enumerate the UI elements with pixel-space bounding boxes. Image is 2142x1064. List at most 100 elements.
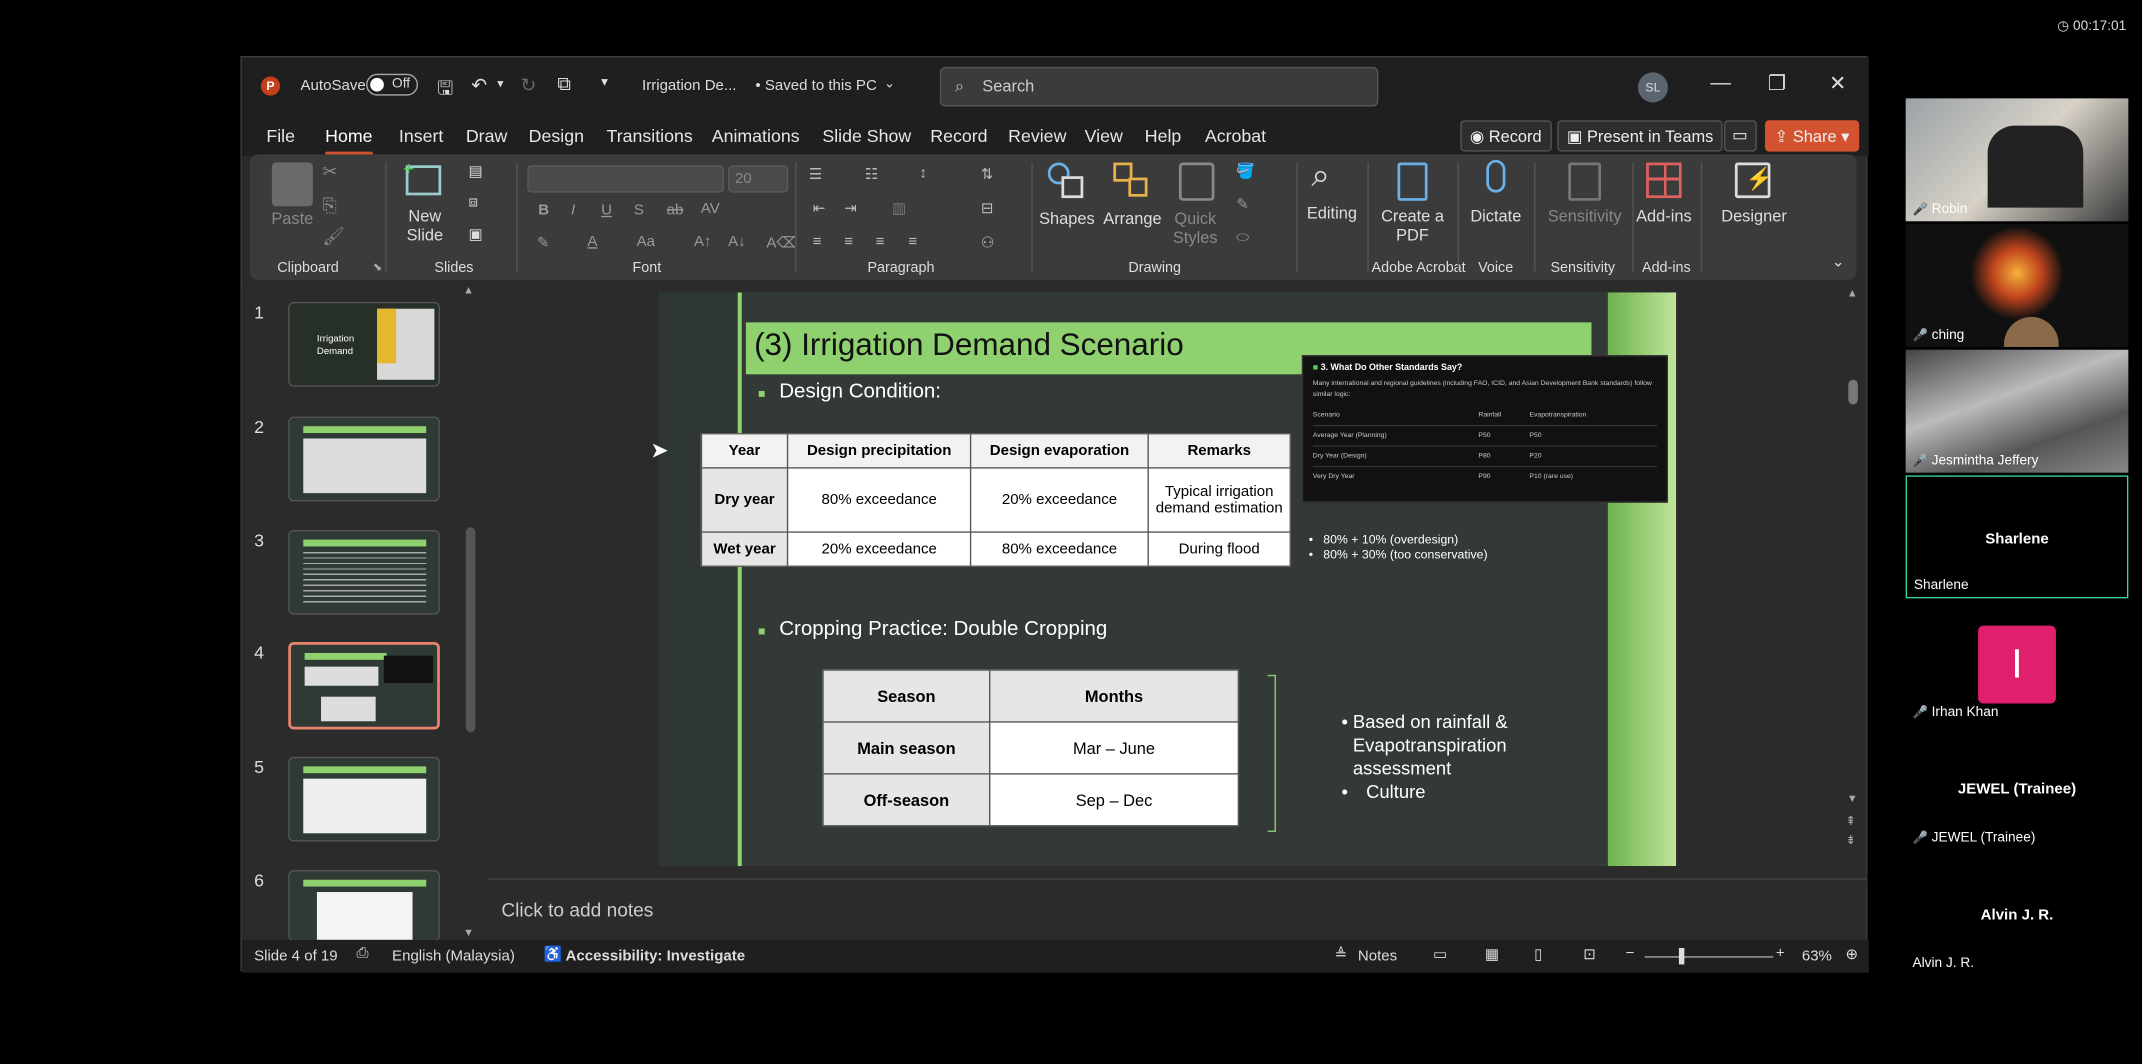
slide-thumbnail-5[interactable]: [288, 756, 440, 842]
menu-slide-show[interactable]: Slide Show: [822, 126, 911, 146]
arrange-label[interactable]: Arrange: [1100, 209, 1166, 228]
justify-icon[interactable]: ≡: [908, 234, 917, 250]
align-left-icon[interactable]: ≡: [813, 234, 822, 250]
menu-review[interactable]: Review: [1008, 126, 1066, 146]
slide-thumbnail-1[interactable]: Irrigation Demand: [288, 301, 440, 387]
zoom-level[interactable]: 63%: [1802, 948, 1832, 964]
save-icon[interactable]: 🖫: [437, 74, 453, 107]
spelling-icon[interactable]: ⎙: [357, 945, 369, 963]
accessibility-icon[interactable]: ♿: [544, 945, 563, 963]
shadow-icon[interactable]: S: [634, 202, 644, 218]
redo-icon[interactable]: ↻: [520, 74, 536, 97]
minimize-icon[interactable]: —: [1710, 71, 1730, 94]
fit-to-window-icon[interactable]: ⊕: [1846, 945, 1859, 963]
zoom-out-icon[interactable]: −: [1626, 945, 1635, 961]
font-color-icon[interactable]: A: [587, 234, 597, 250]
next-slide-icon[interactable]: ⇟: [1846, 833, 1856, 848]
present-icon[interactable]: ⧉: [557, 72, 571, 95]
undo-dropdown-icon[interactable]: ▾: [497, 76, 503, 91]
decrease-indent-icon[interactable]: ⇤: [813, 199, 826, 217]
current-slide[interactable]: (3) Irrigation Demand Scenario ■ Design C…: [658, 292, 1677, 867]
participant-tile[interactable]: 🎤 Robin: [1905, 98, 2129, 222]
design-condition-table[interactable]: Year Design precipitation Design evapora…: [700, 433, 1291, 567]
center-icon[interactable]: ≡: [844, 234, 853, 250]
underline-icon[interactable]: U: [601, 202, 612, 218]
increase-indent-icon[interactable]: ⇥: [844, 199, 857, 217]
menu-insert[interactable]: Insert: [399, 126, 443, 146]
participant-tile-active[interactable]: Sharlene Sharlene: [1905, 475, 2129, 599]
align-text-icon[interactable]: ⊟: [981, 199, 994, 217]
participant-tile[interactable]: 🎤 Jesmintha Jeffery: [1905, 349, 2129, 473]
clear-format-icon[interactable]: A⌫: [766, 234, 797, 251]
grow-font-icon[interactable]: A↑: [694, 234, 712, 250]
reading-view-icon[interactable]: ▯: [1534, 945, 1542, 963]
canvas-scrollbar[interactable]: [1848, 379, 1858, 405]
ribbon-collapse-icon[interactable]: ⌄: [1832, 253, 1845, 270]
menu-record[interactable]: Record: [930, 126, 987, 146]
text-direction-icon[interactable]: ⇅: [981, 165, 994, 183]
participant-tile[interactable]: I 🎤 Irhan Khan: [1905, 601, 2129, 725]
menu-file[interactable]: File: [266, 126, 295, 146]
save-status[interactable]: • Saved to this PC: [755, 78, 876, 94]
slide-thumbnail-3[interactable]: [288, 530, 440, 615]
side-bullets[interactable]: • Based on rainfall & Evapotranspiration …: [1341, 710, 1546, 803]
sensitivity-label[interactable]: Sensitivity: [1541, 206, 1628, 225]
slide-thumbnail-2[interactable]: [288, 416, 440, 502]
editing-search-icon[interactable]: ⌕: [1311, 157, 1329, 195]
zoom-in-icon[interactable]: +: [1776, 945, 1785, 961]
shapes-label[interactable]: Shapes: [1037, 209, 1097, 228]
cut-icon[interactable]: ✂: [322, 161, 337, 183]
quick-styles-label[interactable]: Quick Styles: [1168, 209, 1223, 247]
undo-icon[interactable]: ↶: [471, 74, 487, 97]
menu-animations[interactable]: Animations: [712, 126, 800, 146]
slide-title[interactable]: (3) Irrigation Demand Scenario: [754, 326, 1184, 363]
slide-thumbnail-4[interactable]: [288, 642, 440, 730]
microphone-icon[interactable]: [1486, 159, 1506, 193]
align-right-icon[interactable]: ≡: [876, 234, 885, 250]
menu-view[interactable]: View: [1085, 126, 1123, 146]
normal-view-icon[interactable]: ▭: [1433, 945, 1447, 963]
smartart-icon[interactable]: ⚇: [981, 234, 994, 251]
create-pdf-icon[interactable]: [1397, 162, 1428, 201]
restore-icon[interactable]: ❐: [1768, 71, 1786, 95]
designer-label[interactable]: Designer: [1717, 206, 1791, 225]
editing-label[interactable]: Editing: [1302, 204, 1362, 223]
char-spacing-icon[interactable]: AV: [701, 201, 720, 217]
new-slide-label[interactable]: New Slide: [398, 206, 453, 244]
bold-icon[interactable]: B: [538, 202, 549, 218]
shape-fill-icon[interactable]: 🪣: [1236, 163, 1255, 180]
comments-button[interactable]: ▭: [1723, 120, 1757, 152]
notes-button[interactable]: Notes: [1358, 948, 1397, 964]
canvas-scroll-down-icon[interactable]: ▼: [1847, 792, 1858, 804]
customize-icon[interactable]: ▾: [601, 75, 608, 90]
bullet-cropping-practice[interactable]: ■ Cropping Practice: Double Cropping: [758, 617, 1107, 640]
menu-help[interactable]: Help: [1145, 126, 1182, 146]
addins-label[interactable]: Add-ins: [1632, 206, 1695, 225]
thumbnail-scrollbar[interactable]: [465, 527, 476, 733]
new-slide-icon[interactable]: +: [403, 157, 442, 196]
zoom-slider-thumb[interactable]: [1678, 948, 1685, 965]
language-indicator[interactable]: English (Malaysia): [392, 948, 515, 964]
clipboard-launcher-icon[interactable]: ⬊: [373, 261, 382, 273]
overdesign-notes[interactable]: • 80% + 10% (overdesign) • 80% + 30% (to…: [1309, 533, 1488, 563]
standards-inset-image[interactable]: ■ 3. What Do Other Standards Say? Many i…: [1301, 355, 1668, 503]
slideshow-icon[interactable]: ⊡: [1583, 945, 1596, 963]
scroll-up-icon[interactable]: ▲: [463, 284, 474, 296]
search-box[interactable]: ⌕ Search: [939, 66, 1379, 107]
numbering-icon[interactable]: ☷: [865, 165, 878, 183]
line-spacing-icon[interactable]: ↕: [919, 165, 927, 181]
font-name-box[interactable]: [527, 165, 725, 193]
bullets-icon[interactable]: ☰: [809, 165, 822, 183]
cropping-season-table[interactable]: Season Months Main season Mar – June Off…: [822, 669, 1240, 827]
canvas-scroll-up-icon[interactable]: ▲: [1847, 287, 1858, 299]
paste-icon[interactable]: [271, 162, 313, 207]
shrink-font-icon[interactable]: A↓: [728, 234, 746, 250]
participant-tile[interactable]: 🎤 ching: [1905, 224, 2129, 347]
italic-icon[interactable]: I: [571, 202, 575, 218]
strikethrough-icon[interactable]: ab: [667, 202, 684, 218]
present-in-teams-button[interactable]: ▣ Present in Teams: [1557, 120, 1723, 152]
font-size-box[interactable]: 20: [728, 165, 789, 193]
change-case-icon[interactable]: Aa: [637, 234, 655, 250]
menu-draw[interactable]: Draw: [466, 126, 507, 146]
user-avatar[interactable]: SL: [1637, 72, 1668, 103]
